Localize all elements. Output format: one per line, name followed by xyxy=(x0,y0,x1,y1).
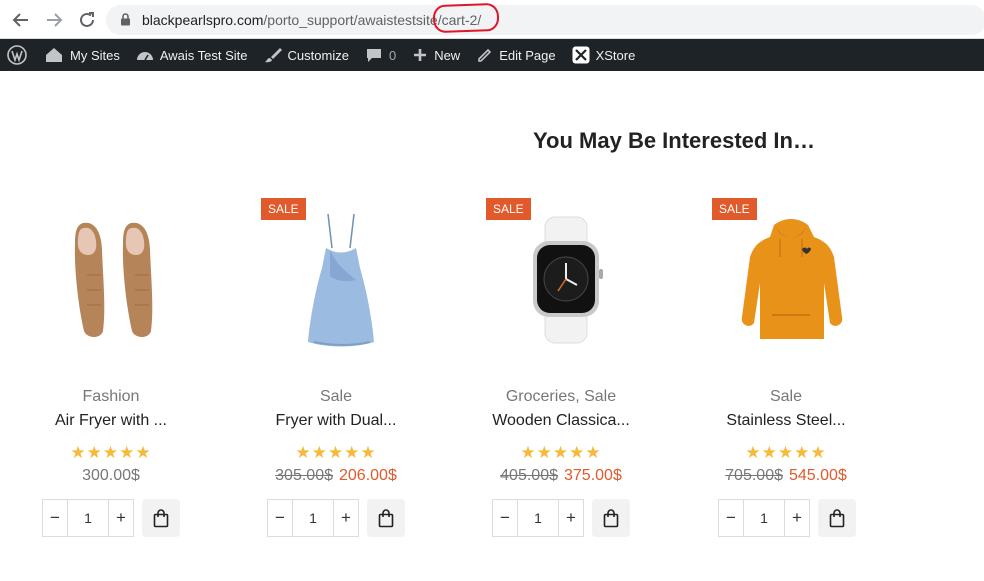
quantity-minus-button[interactable]: − xyxy=(43,500,67,536)
product-name[interactable]: Wooden Classica... xyxy=(456,412,666,430)
quantity-minus-button[interactable]: − xyxy=(268,500,292,536)
new-label: New xyxy=(434,47,461,63)
section-title: You May Be Interested In… xyxy=(533,128,815,153)
dashboard-icon xyxy=(136,47,154,63)
xstore-menu[interactable]: XStore xyxy=(564,39,644,71)
back-arrow-icon[interactable] xyxy=(9,8,33,32)
star-rating-icon: ★★★★★ xyxy=(745,443,827,462)
quantity-stepper: − 1 + xyxy=(267,499,359,537)
product-image-shoes[interactable] xyxy=(46,200,186,360)
xstore-label: XStore xyxy=(595,47,636,63)
browser-toolbar: blackpearlspro.com/porto_support/awaiste… xyxy=(0,0,984,39)
price-old: 305.00$ xyxy=(275,467,333,484)
product-category[interactable]: Sale xyxy=(681,388,891,406)
edit-page-label: Edit Page xyxy=(499,47,556,63)
product-name[interactable]: Stainless Steel... xyxy=(681,412,891,430)
shopping-bag-icon xyxy=(829,508,845,527)
product-image-watch[interactable] xyxy=(496,200,636,360)
quantity-input[interactable]: 1 xyxy=(743,500,785,536)
url-text: blackpearlspro.com/porto_support/awaiste… xyxy=(142,12,481,28)
add-to-cart-button[interactable] xyxy=(367,499,405,537)
forward-arrow-icon[interactable] xyxy=(42,8,66,32)
price-sale: 375.00$ xyxy=(564,467,622,484)
brush-icon xyxy=(264,47,282,63)
product-image-dress[interactable] xyxy=(271,200,411,360)
product-card: SALE Sale Fryer with Dual... ★★★★★ 305.0… xyxy=(231,190,441,550)
product-category[interactable]: Groceries, Sale xyxy=(456,388,666,406)
url-highlight-circle xyxy=(432,2,500,34)
product-card: Fashion Air Fryer with ... ★★★★★ 300.00$… xyxy=(6,190,216,550)
add-to-cart-button[interactable] xyxy=(142,499,180,537)
product-price: 705.00$ 545.00$ xyxy=(681,467,891,485)
quantity-stepper: − 1 + xyxy=(492,499,584,537)
url-path: /porto_support/awaistestsite xyxy=(263,12,438,28)
pencil-icon xyxy=(476,47,493,63)
shopping-bag-icon xyxy=(153,508,169,527)
product-price: 300.00$ xyxy=(6,467,216,485)
quantity-input[interactable]: 1 xyxy=(292,500,334,536)
xstore-logo-icon xyxy=(572,46,590,64)
product-card: SALE Sale Stainless Steel... ★★★★★ 705.0… xyxy=(681,190,891,550)
quantity-plus-button[interactable]: + xyxy=(559,500,583,536)
quantity-minus-button[interactable]: − xyxy=(493,500,517,536)
product-category[interactable]: Fashion xyxy=(6,388,216,406)
comment-icon xyxy=(365,47,383,63)
home-icon xyxy=(44,47,64,63)
comments-menu[interactable]: 0 xyxy=(357,39,404,71)
star-rating-icon: ★★★★★ xyxy=(295,443,377,462)
quantity-plus-button[interactable]: + xyxy=(109,500,133,536)
price-regular: 300.00$ xyxy=(82,467,140,484)
address-bar[interactable]: blackpearlspro.com/porto_support/awaiste… xyxy=(106,2,984,35)
customize-label: Customize xyxy=(287,47,349,63)
site-name-menu[interactable]: Awais Test Site xyxy=(128,39,256,71)
product-category[interactable]: Sale xyxy=(231,388,441,406)
price-sale: 206.00$ xyxy=(339,467,397,484)
new-content-menu[interactable]: New xyxy=(404,39,468,71)
add-to-cart-button[interactable] xyxy=(592,499,630,537)
quantity-stepper: − 1 + xyxy=(718,499,810,537)
plus-icon xyxy=(412,47,428,63)
url-host: blackpearlspro.com xyxy=(142,12,264,28)
price-old: 405.00$ xyxy=(500,467,558,484)
comments-count: 0 xyxy=(388,47,397,63)
quantity-minus-button[interactable]: − xyxy=(719,500,743,536)
customize-menu[interactable]: Customize xyxy=(256,39,357,71)
product-name[interactable]: Air Fryer with ... xyxy=(6,412,216,430)
wordpress-logo-icon[interactable] xyxy=(0,39,36,71)
add-to-cart-button[interactable] xyxy=(818,499,856,537)
my-sites-label: My Sites xyxy=(70,47,120,63)
price-old: 705.00$ xyxy=(725,467,783,484)
product-card: SALE Groceries, Sale Wooden Classica... … xyxy=(456,190,666,550)
reload-icon[interactable] xyxy=(75,8,99,32)
price-sale: 545.00$ xyxy=(789,467,847,484)
site-name-label: Awais Test Site xyxy=(159,47,248,63)
quantity-input[interactable]: 1 xyxy=(517,500,559,536)
shopping-bag-icon xyxy=(603,508,619,527)
my-sites-menu[interactable]: My Sites xyxy=(36,39,128,71)
product-price: 305.00$ 206.00$ xyxy=(231,467,441,485)
lock-icon xyxy=(120,13,131,31)
product-name[interactable]: Fryer with Dual... xyxy=(231,412,441,430)
wp-admin-bar: My Sites Awais Test Site Customize 0 New… xyxy=(0,39,984,71)
star-rating-icon: ★★★★★ xyxy=(70,443,152,462)
quantity-plus-button[interactable]: + xyxy=(334,500,358,536)
quantity-input[interactable]: 1 xyxy=(67,500,109,536)
shopping-bag-icon xyxy=(378,508,394,527)
product-price: 405.00$ 375.00$ xyxy=(456,467,666,485)
quantity-stepper: − 1 + xyxy=(42,499,134,537)
product-image-hoodie[interactable] xyxy=(721,200,861,360)
quantity-plus-button[interactable]: + xyxy=(785,500,809,536)
edit-page-menu[interactable]: Edit Page xyxy=(468,39,563,71)
star-rating-icon: ★★★★★ xyxy=(520,443,602,462)
